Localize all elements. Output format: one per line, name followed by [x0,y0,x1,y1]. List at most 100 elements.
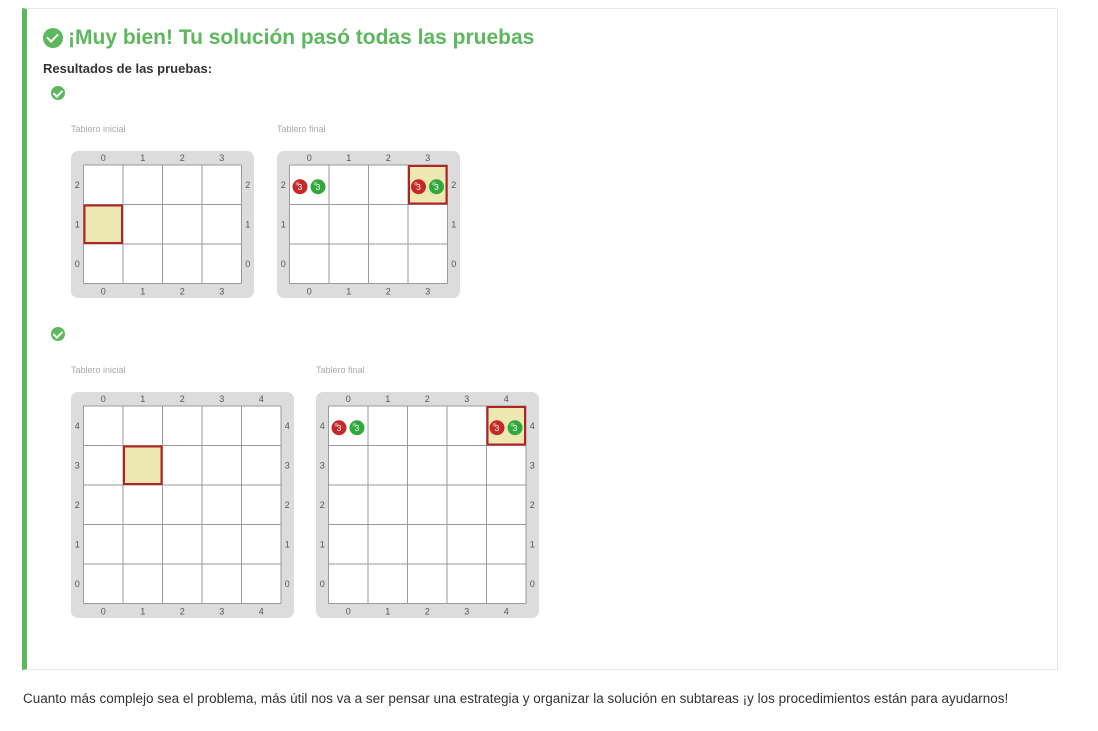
row-label: 1 [530,539,535,549]
row-label: 4 [530,421,535,431]
row-label: 3 [285,460,290,470]
row-label: 1 [285,539,290,549]
col-label: 0 [346,607,351,617]
col-label: 2 [180,153,185,163]
test-2-initial-board: 0 0 1 1 2 2 3 3 4 4 4 4 3 3 2 2 1 1 0 0 [71,392,294,618]
svg-text:3: 3 [416,182,421,192]
board-head-cell [83,204,123,244]
row-label: 0 [281,259,286,269]
col-label: 3 [219,287,224,297]
col-label: 3 [425,153,430,163]
col-label: 0 [346,394,351,404]
col-label: 0 [307,287,312,297]
row-label: 1 [75,219,80,229]
col-label: 1 [140,153,145,163]
result-title: ¡Muy bien! Tu solución pasó todas las pr… [43,24,534,52]
col-label: 4 [259,394,264,404]
col-label: 0 [101,607,106,617]
test-1-initial-board: 0 0 1 1 2 2 3 3 2 2 1 1 0 0 [71,151,254,298]
col-label: 2 [386,287,391,297]
col-label: 2 [180,394,185,404]
row-label: 2 [530,500,535,510]
col-label: 1 [346,287,351,297]
col-label: 1 [385,394,390,404]
row-label: 4 [75,421,80,431]
svg-text:3: 3 [513,423,518,433]
svg-text:3: 3 [298,182,303,192]
red-ball: 3 [292,179,308,195]
green-ball: 3 [310,179,326,195]
row-label: 0 [285,579,290,589]
svg-text:3: 3 [495,423,500,433]
test-2-final-board: 0 0 1 1 2 2 3 3 4 4 4 4 3 3 2 2 1 1 0 0 3 3 3 3 [316,392,539,618]
green-ball: 3 [429,179,444,195]
col-label: 4 [504,394,509,404]
col-label: 1 [140,394,145,404]
row-label: 0 [320,579,325,589]
row-label: 2 [245,180,250,190]
col-label: 0 [101,394,106,404]
row-label: 1 [75,539,80,549]
row-label: 4 [320,421,325,431]
row-label: 2 [285,500,290,510]
col-label: 3 [464,394,469,404]
col-label: 2 [425,607,430,617]
col-label: 1 [140,607,145,617]
green-ball: 3 [349,420,365,436]
col-label: 3 [219,394,224,404]
footer-tip: Cuanto más complejo sea el problema, más… [23,691,1009,706]
svg-text:3: 3 [434,182,439,192]
col-label: 1 [140,287,145,297]
svg-text:3: 3 [316,182,321,192]
row-label: 1 [281,219,286,229]
row-label: 2 [75,500,80,510]
red-ball: 3 [411,179,426,195]
row-label: 2 [75,180,80,190]
row-label: 2 [320,500,325,510]
test-2-passed-icon [51,327,65,341]
col-label: 2 [386,153,391,163]
row-label: 2 [281,180,286,190]
col-label: 2 [425,394,430,404]
row-label: 1 [320,539,325,549]
row-label: 0 [245,259,250,269]
test-2-initial-caption: Tablero inicial [71,365,126,375]
check-circle-icon [43,28,63,48]
row-label: 0 [75,579,80,589]
row-label: 2 [451,180,456,190]
col-label: 3 [219,153,224,163]
results-subtitle: Resultados de las pruebas: [43,61,213,76]
result-title-text: ¡Muy bien! Tu solución pasó todas las pr… [68,26,535,49]
board-head-cell [123,445,163,485]
row-label: 1 [451,219,456,229]
red-ball: 3 [489,420,505,436]
row-label: 0 [451,259,456,269]
col-label: 1 [385,607,390,617]
test-1-final-board: 0 0 1 1 2 2 3 3 2 2 1 1 0 0 3 3 3 3 [277,151,460,298]
svg-text:3: 3 [355,423,360,433]
col-label: 0 [307,153,312,163]
row-label: 3 [530,460,535,470]
row-label: 0 [530,579,535,589]
col-label: 1 [346,153,351,163]
row-label: 0 [75,259,80,269]
col-label: 4 [504,607,509,617]
col-label: 3 [425,287,430,297]
col-label: 2 [180,287,185,297]
red-ball: 3 [331,420,347,436]
row-label: 1 [245,219,250,229]
test-1-final-caption: Tablero final [277,124,326,134]
col-label: 3 [464,607,469,617]
row-label: 3 [75,460,80,470]
col-label: 0 [101,287,106,297]
test-1-passed-icon [51,86,65,100]
test-1-initial-caption: Tablero inicial [71,124,126,134]
green-ball: 3 [507,420,523,436]
col-label: 2 [180,607,185,617]
col-label: 4 [259,607,264,617]
svg-text:3: 3 [337,423,342,433]
col-label: 0 [101,153,106,163]
col-label: 3 [219,607,224,617]
row-label: 3 [320,460,325,470]
test-2-final-caption: Tablero final [316,365,365,375]
